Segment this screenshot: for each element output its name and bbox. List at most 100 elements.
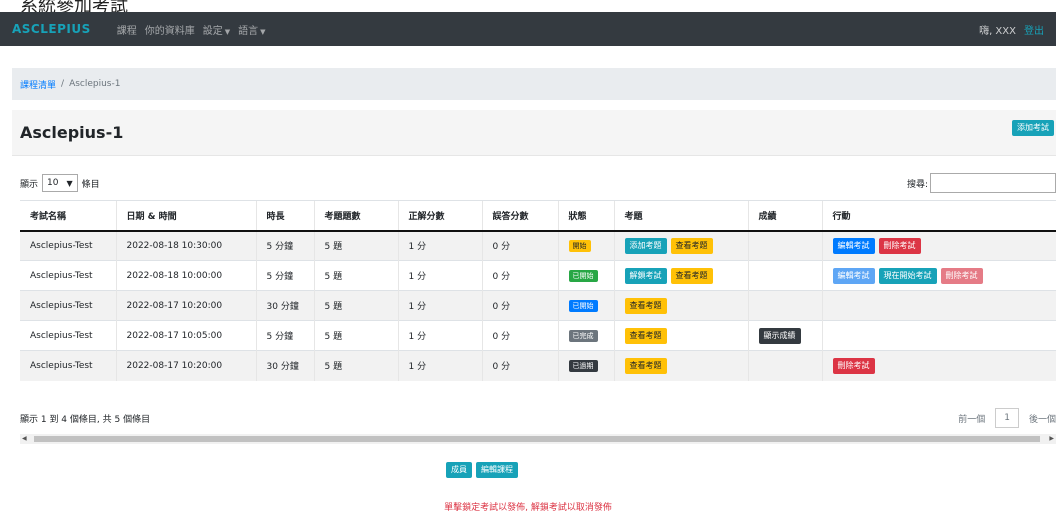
- status-badge: 已完成: [568, 329, 598, 342]
- exams-table: 考試名稱 日期 & 時間 時長 考題題數 正解分數 誤答分數 狀態 考題 成績 …: [20, 200, 1056, 381]
- delete-exam-button[interactable]: 刪除考試: [878, 237, 921, 254]
- header-grade[interactable]: 成績: [747, 200, 822, 232]
- navbar: ASCLEPIUS 課程 你的資料庫 設定 ▼ 語言 ▼ 嗨, XXX 登出: [0, 12, 1056, 46]
- cell-datetime: 2022-08-18 10:30:00: [115, 230, 256, 261]
- status-badge: 已開始: [568, 269, 598, 282]
- header-wrong-score[interactable]: 誤答分數: [481, 200, 558, 232]
- cell-wrong-score: 0 分: [481, 320, 558, 351]
- next-page-button[interactable]: 後一個: [1029, 412, 1056, 425]
- cell-duration: 30 分鐘: [255, 350, 314, 381]
- nav-settings-label: 設定: [202, 25, 223, 37]
- nav-settings-dropdown[interactable]: 設定 ▼: [203, 22, 230, 37]
- table-info-row: 顯示 1 到 4 個條目, 共 5 個條目 前一個 1 後一個: [20, 408, 1056, 428]
- breadcrumb-current: Asclepius-1: [69, 79, 121, 89]
- header-actions[interactable]: 行動: [821, 200, 1056, 232]
- view-questions-button[interactable]: 查看考題: [624, 297, 667, 314]
- table-row: Asclepius-Test 2022-08-18 10:30:00 5 分鐘 …: [20, 230, 1056, 261]
- nav-user-area: 嗨, XXX 登出: [979, 22, 1044, 37]
- status-badge: 開始: [568, 239, 591, 252]
- nav-courses[interactable]: 課程: [117, 22, 137, 37]
- header-correct-score[interactable]: 正解分數: [397, 200, 482, 232]
- cell-duration: 5 分鐘: [255, 320, 314, 351]
- cell-wrong-score: 0 分: [481, 290, 558, 321]
- edit-course-button[interactable]: 編輯課程: [476, 462, 518, 478]
- cell-status: 已過期: [557, 350, 614, 381]
- cell-correct-score: 1 分: [397, 320, 482, 351]
- view-questions-button[interactable]: 查看考題: [670, 237, 713, 254]
- horizontal-scrollbar[interactable]: ◀ ▶: [20, 434, 1056, 444]
- cell-question-count: 5 題: [313, 230, 398, 261]
- cell-duration: 30 分鐘: [255, 290, 314, 321]
- header-questions[interactable]: 考題: [613, 200, 748, 232]
- course-actions: 成員 編輯課程: [446, 462, 518, 478]
- edit-exam-button[interactable]: 編輯考試: [832, 267, 875, 284]
- prev-page-button[interactable]: 前一個: [958, 412, 985, 425]
- add-question-button[interactable]: 添加考題: [624, 237, 667, 254]
- cell-question-count: 5 題: [313, 350, 398, 381]
- cell-status: 開始: [557, 230, 614, 261]
- header-duration[interactable]: 時長: [255, 200, 314, 232]
- cell-exam-name: Asclepius-Test: [20, 320, 116, 351]
- unlock-exam-button[interactable]: 解鎖考試: [624, 267, 667, 284]
- cell-datetime: 2022-08-17 10:20:00: [115, 350, 256, 381]
- page-size-select[interactable]: 10 ▼: [42, 174, 78, 192]
- view-questions-button[interactable]: 查看考題: [670, 267, 713, 284]
- delete-exam-button[interactable]: 刪除考試: [940, 267, 983, 284]
- search-label: 搜尋:: [906, 179, 928, 190]
- cell-exam-name: Asclepius-Test: [20, 230, 116, 261]
- page: 系統參加考試 ASCLEPIUS 課程 你的資料庫 設定 ▼ 語言 ▼ 嗨, XXX…: [0, 0, 1056, 522]
- cell-questions: 查看考題: [613, 350, 748, 381]
- add-exam-button[interactable]: 添加考試: [1012, 120, 1054, 136]
- cell-status: 已完成: [557, 320, 614, 351]
- breadcrumb-course-list[interactable]: 課程清單: [20, 78, 56, 91]
- cell-wrong-score: 0 分: [481, 260, 558, 291]
- brand-logo[interactable]: ASCLEPIUS: [12, 22, 91, 36]
- table-controls: 顯示 10 ▼ 條目 搜尋:: [20, 172, 1056, 194]
- view-questions-button[interactable]: 查看考題: [624, 327, 667, 344]
- cell-grade: 顯示成績: [747, 320, 822, 351]
- show-prefix: 顯示: [20, 179, 39, 190]
- cell-actions: [821, 320, 1056, 351]
- publish-hint: 單擊鎖定考試以發佈, 解鎖考試以取消發佈: [444, 503, 612, 513]
- start-exam-now-button[interactable]: 現在開始考試: [878, 267, 937, 284]
- header-exam-name[interactable]: 考試名稱: [20, 200, 116, 232]
- search-input[interactable]: [930, 173, 1056, 193]
- header-question-count[interactable]: 考題題數: [313, 200, 398, 232]
- status-badge: 已開始: [568, 299, 598, 312]
- show-grades-button[interactable]: 顯示成績: [758, 327, 801, 344]
- nav-language-label: 語言: [238, 25, 259, 37]
- scroll-left-arrow-icon[interactable]: ◀: [22, 434, 27, 444]
- cell-duration: 5 分鐘: [255, 260, 314, 291]
- cell-wrong-score: 0 分: [481, 350, 558, 381]
- page-title: Asclepius-1: [20, 123, 124, 142]
- cell-datetime: 2022-08-17 10:05:00: [115, 320, 256, 351]
- cell-exam-name: Asclepius-Test: [20, 260, 116, 291]
- cell-actions: 刪除考試: [821, 350, 1056, 381]
- chevron-down-icon: ▼: [66, 178, 73, 188]
- cell-exam-name: Asclepius-Test: [20, 350, 116, 381]
- table-row: Asclepius-Test 2022-08-17 10:20:00 30 分鐘…: [20, 350, 1056, 381]
- table-row: Asclepius-Test 2022-08-17 10:05:00 5 分鐘 …: [20, 320, 1056, 351]
- table-row: Asclepius-Test 2022-08-18 10:00:00 5 分鐘 …: [20, 260, 1056, 291]
- edit-exam-button[interactable]: 編輯考試: [832, 237, 875, 254]
- header-status[interactable]: 狀態: [557, 200, 614, 232]
- header-datetime[interactable]: 日期 & 時間: [115, 200, 256, 232]
- page-number-button[interactable]: 1: [995, 408, 1019, 428]
- nav-database[interactable]: 你的資料庫: [145, 22, 195, 37]
- cell-correct-score: 1 分: [397, 350, 482, 381]
- nav-language-dropdown[interactable]: 語言 ▼: [238, 22, 265, 37]
- cell-exam-name: Asclepius-Test: [20, 290, 116, 321]
- cell-datetime: 2022-08-18 10:00:00: [115, 260, 256, 291]
- logout-link[interactable]: 登出: [1024, 22, 1044, 37]
- cell-questions: 查看考題: [613, 320, 748, 351]
- search-area: 搜尋:: [907, 173, 1056, 193]
- cell-actions: 編輯考試 刪除考試: [821, 230, 1056, 261]
- view-questions-button[interactable]: 查看考題: [624, 357, 667, 374]
- cell-status: 已開始: [557, 290, 614, 321]
- cell-correct-score: 1 分: [397, 290, 482, 321]
- members-button[interactable]: 成員: [446, 462, 472, 478]
- scroll-thumb[interactable]: [34, 436, 1040, 442]
- delete-exam-button[interactable]: 刪除考試: [832, 357, 875, 374]
- scroll-right-arrow-icon[interactable]: ▶: [1049, 434, 1054, 444]
- cell-question-count: 5 題: [313, 260, 398, 291]
